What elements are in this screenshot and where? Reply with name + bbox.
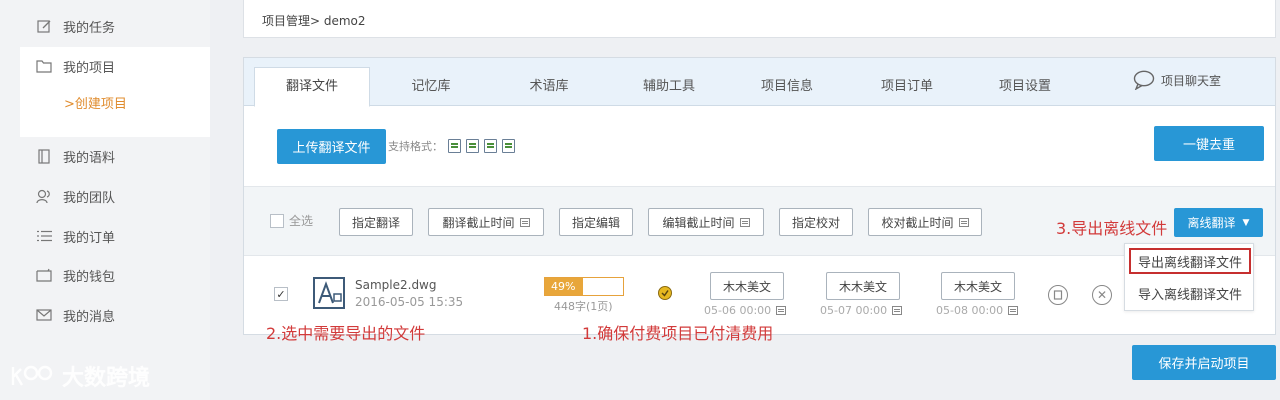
progress-text: 49% [551, 280, 576, 293]
tab-translation-files[interactable]: 翻译文件 [254, 67, 370, 107]
offline-translate-button[interactable]: 离线翻译 ▼ [1174, 208, 1263, 237]
sidebar-item-team[interactable]: 我的团队 [36, 184, 115, 208]
sidebar-item-label: 我的钱包 [63, 269, 116, 285]
file-name[interactable]: Sample2.dwg [355, 278, 437, 292]
progress-bar: 49% [544, 277, 624, 296]
dedupe-button[interactable]: 一键去重 [1154, 126, 1264, 161]
button-label: 校对截止时间 [881, 215, 954, 230]
tab-project-info[interactable]: 项目信息 [732, 68, 842, 106]
sidebar-item-label: 我的任务 [63, 20, 116, 36]
save-and-start-button[interactable]: 保存并启动项目 [1132, 345, 1276, 380]
book-icon [36, 148, 52, 164]
watermark: 大数跨境 [10, 360, 150, 392]
mail-icon [36, 307, 52, 323]
payment-coin-icon [658, 286, 672, 300]
calendar-icon [739, 217, 750, 227]
formats-label: 支持格式： [388, 140, 443, 153]
sidebar-item-messages[interactable]: 我的消息 [36, 303, 115, 327]
sidebar-item-corpus[interactable]: 我的语料 [36, 144, 115, 168]
due-text: 05-07 00:00 [820, 304, 888, 317]
sidebar-item-tasks[interactable]: 我的任务 [36, 14, 115, 38]
calendar-icon [776, 306, 787, 315]
calendar-icon [1008, 306, 1019, 315]
sidebar-item-label: 我的订单 [63, 230, 116, 246]
select-all-checkbox[interactable] [270, 213, 284, 228]
assign-translate-button[interactable]: 指定翻译 [339, 208, 413, 236]
annotation-step-3: 3.导出离线文件 [1056, 219, 1168, 238]
button-label: 指定翻译 [351, 215, 400, 230]
calendar-icon [958, 217, 969, 227]
progress-fill: 49% [545, 278, 584, 295]
watermark-text: 大数跨境 [62, 366, 151, 391]
image-file-icon [502, 139, 515, 153]
button-label: 编辑截止时间 [662, 215, 735, 230]
folder-icon [36, 58, 52, 74]
tab-project-orders[interactable]: 项目订单 [852, 68, 962, 106]
editor-assignee[interactable]: 木木美文 [826, 272, 900, 300]
ppt-file-icon [484, 139, 497, 153]
delete-file-icon[interactable]: ✕ [1092, 285, 1112, 305]
tab-termbase[interactable]: 术语库 [494, 68, 604, 106]
excel-file-icon [466, 139, 479, 153]
edit-icon [36, 18, 52, 34]
project-chat-link[interactable]: 项目聊天室 [1133, 70, 1221, 90]
import-offline-file-item[interactable]: 导入离线翻译文件 [1129, 280, 1251, 306]
tab-tools[interactable]: 辅助工具 [614, 68, 724, 106]
button-label: 指定校对 [791, 215, 840, 230]
export-offline-file-item[interactable]: 导出离线翻译文件 [1129, 248, 1251, 274]
calendar-icon [519, 217, 530, 227]
sidebar-item-orders[interactable]: 我的订单 [36, 224, 115, 248]
offline-translate-menu: 导出离线翻译文件 导入离线翻译文件 [1124, 243, 1254, 311]
calendar-icon [892, 306, 903, 315]
caret-down-icon: ▼ [1242, 217, 1250, 228]
tab-project-settings[interactable]: 项目设置 [970, 68, 1080, 106]
sidebar: 我的任务 我的项目 >创建项目 我的语料 我的团队 我的订单 我的钱包 我的消息… [0, 0, 210, 400]
sidebar-item-wallet[interactable]: 我的钱包 [36, 263, 115, 287]
proofread-due: 05-08 00:00 [936, 304, 1019, 317]
sidebar-item-label: 我的消息 [63, 309, 116, 325]
due-text: 05-06 00:00 [704, 304, 772, 317]
word-count: 448字(1页) [554, 300, 613, 313]
breadcrumb-bar: 项目管理> demo2 [243, 0, 1276, 38]
team-icon [36, 188, 52, 204]
edit-deadline-button[interactable]: 编辑截止时间 [648, 208, 764, 236]
translate-due: 05-06 00:00 [704, 304, 787, 317]
button-label: 指定编辑 [571, 215, 620, 230]
file-date: 2016-05-05 15:35 [355, 295, 464, 309]
select-all[interactable]: 全选 [270, 212, 313, 229]
sidebar-subitem-create-project[interactable]: >创建项目 [64, 93, 127, 112]
chat-bubble-icon [1133, 70, 1155, 90]
sidebar-item-label: 我的项目 [63, 60, 116, 76]
upload-file-button[interactable]: 上传翻译文件 [277, 129, 386, 164]
dwg-file-icon [313, 277, 345, 309]
translate-deadline-button[interactable]: 翻译截止时间 [428, 208, 544, 236]
tab-memory[interactable]: 记忆库 [376, 68, 486, 106]
sidebar-item-projects[interactable]: 我的项目 [36, 54, 115, 78]
breadcrumb[interactable]: 项目管理> demo2 [262, 12, 366, 29]
file-detail-icon[interactable] [1048, 285, 1068, 305]
wallet-icon [36, 267, 52, 283]
edit-due: 05-07 00:00 [820, 304, 903, 317]
chat-label: 项目聊天室 [1160, 73, 1221, 88]
supported-formats: 支持格式： [388, 138, 515, 154]
select-all-label: 全选 [289, 214, 314, 228]
assign-edit-button[interactable]: 指定编辑 [559, 208, 633, 236]
sidebar-item-label: 我的团队 [63, 190, 116, 206]
proofreader-assignee[interactable]: 木木美文 [941, 272, 1015, 300]
project-panel: 翻译文件 记忆库 术语库 辅助工具 项目信息 项目订单 项目设置 项目聊天室 上… [243, 57, 1276, 343]
list-icon [36, 228, 52, 244]
watermark-logo-icon [11, 365, 53, 386]
translator-assignee[interactable]: 木木美文 [710, 272, 784, 300]
button-label: 翻译截止时间 [442, 215, 515, 230]
annotation-step-1: 1.确保付费项目已付清费用 [582, 324, 774, 343]
sidebar-item-label: 我的语料 [63, 150, 116, 166]
row-checkbox-checked-icon[interactable]: ✓ [274, 287, 288, 301]
word-file-icon [448, 139, 461, 153]
assign-proofread-button[interactable]: 指定校对 [779, 208, 853, 236]
button-label: 离线翻译 [1187, 216, 1236, 230]
tab-bar: 翻译文件 记忆库 术语库 辅助工具 项目信息 项目订单 项目设置 项目聊天室 [244, 58, 1275, 107]
annotation-step-2: 2.选中需要导出的文件 [266, 324, 426, 343]
proofread-deadline-button[interactable]: 校对截止时间 [868, 208, 982, 236]
due-text: 05-08 00:00 [936, 304, 1004, 317]
